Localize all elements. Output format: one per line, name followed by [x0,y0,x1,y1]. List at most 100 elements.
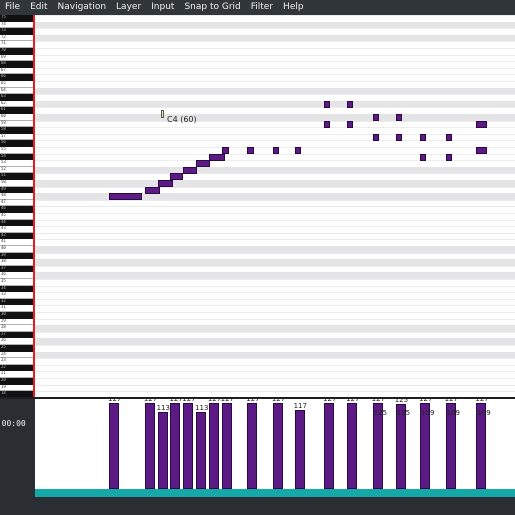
note-block[interactable] [272,147,280,154]
note-block[interactable] [247,147,254,154]
menu-edit[interactable]: Edit [25,0,52,15]
piano-key-label: 53 [1,159,6,165]
note-block[interactable] [157,180,173,187]
piano-key-label: 70 [1,47,6,52]
velocity-bar[interactable] [247,403,258,489]
velocity-bar[interactable] [109,403,119,489]
grid-row [35,28,515,35]
note-block[interactable] [445,153,452,161]
menu-layer[interactable]: Layer [111,0,146,15]
menu-snap-to-grid[interactable]: Snap to Grid [179,0,245,15]
velocity-label-secondary: 109 [477,409,491,417]
grid-row [35,186,515,194]
menu-file[interactable]: File [0,0,25,15]
piano-key-label: 47 [1,198,6,204]
note-block[interactable] [170,173,184,181]
grid-row [35,81,515,88]
note-block[interactable] [476,120,487,128]
note-block[interactable] [294,147,301,154]
grid-row [35,21,515,29]
piano-key-label: 74 [1,20,6,26]
note-block[interactable] [324,120,331,128]
velocity-label: 127 [475,399,489,403]
piano-key-label: 33 [1,291,6,297]
note-block[interactable] [347,100,354,108]
grid-row [35,100,515,108]
velocity-bar[interactable] [294,409,305,489]
piano-key-label: 42 [1,231,6,237]
velocity-bar[interactable] [196,412,207,489]
hover-note-cell [161,110,164,118]
grid-row [35,41,515,48]
grid-row [35,94,515,101]
menu-filter[interactable]: Filter [246,0,278,15]
piano-key-label: 73 [1,27,6,33]
velocity-bar[interactable] [347,403,358,489]
note-block[interactable] [420,133,427,141]
grid-row [35,331,515,339]
velocity-label-secondary: 125 [373,409,388,417]
note-block[interactable] [420,153,427,161]
menu-input[interactable]: Input [146,0,179,15]
velocity-label: 127 [444,399,458,403]
piano-key-label: 67 [1,66,6,72]
menu-help[interactable]: Help [278,0,309,15]
note-block[interactable] [395,133,402,141]
velocity-bar[interactable] [221,403,232,489]
note-block[interactable] [144,186,161,194]
velocity-bar[interactable] [157,412,168,489]
note-block[interactable] [476,147,487,154]
piano-roll-grid[interactable]: C4 (60) [35,15,515,398]
velocity-label: 127 [419,399,433,403]
note-block[interactable] [196,160,211,168]
velocity-label: 127 [143,399,158,403]
piano-key-label: 52 [1,165,6,171]
grid-row [35,292,515,299]
piano-key-label: 69 [1,53,6,59]
velocity-bar[interactable] [272,403,283,489]
piano-key-label: 45 [1,212,6,217]
note-block[interactable] [445,133,452,141]
note-block[interactable] [395,114,402,121]
grid-row [35,358,515,365]
grid-row [35,246,515,253]
velocity-bar[interactable] [170,403,181,489]
grid-row [35,312,515,319]
note-block[interactable] [372,133,380,141]
piano-key-label: 68 [1,60,6,66]
note-block[interactable] [347,120,354,128]
velocity-label: 127 [108,399,122,403]
piano-key-label: 75 [1,15,6,19]
note-block[interactable] [208,153,226,161]
menu-navigation[interactable]: Navigation [53,0,112,15]
piano-key-label: 22 [1,363,6,369]
note-block[interactable] [372,114,380,121]
piano-key-label: 55 [1,146,6,151]
piano-key-label: 71 [1,40,6,46]
grid-row [35,384,515,392]
grid-row [35,127,515,134]
grid-row [35,34,515,42]
velocity-bar[interactable] [144,403,155,489]
velocity-bar[interactable] [324,403,335,489]
note-block[interactable] [183,166,198,174]
piano-key-label: 60 [1,113,6,118]
grid-row [35,259,515,266]
velocity-bar[interactable] [183,403,194,489]
velocity-label: 125 [394,399,409,405]
velocity-label: 127 [371,399,386,403]
velocity-bar[interactable] [395,404,406,489]
note-block[interactable] [221,147,230,154]
note-block[interactable] [109,193,143,201]
note-block[interactable] [324,100,331,108]
hover-note-label: C4 (60) [167,115,197,124]
grid-row [35,318,515,326]
grid-row [35,325,515,332]
grid-row [35,54,515,62]
velocity-pane[interactable]: 127 127 113 127 127 113 127 127 127 127 117 127 127 1… [35,399,515,497]
piano-key-label: 61 [1,106,6,112]
piano-key-label: 65 [1,80,6,85]
piano-keyboard[interactable]: 75 74 73 72 71 70 69 68 67 66 65 64 63 62 61 60 59 58 57 56… [0,15,35,398]
grid-row [35,173,515,180]
velocity-bar[interactable] [208,403,219,489]
